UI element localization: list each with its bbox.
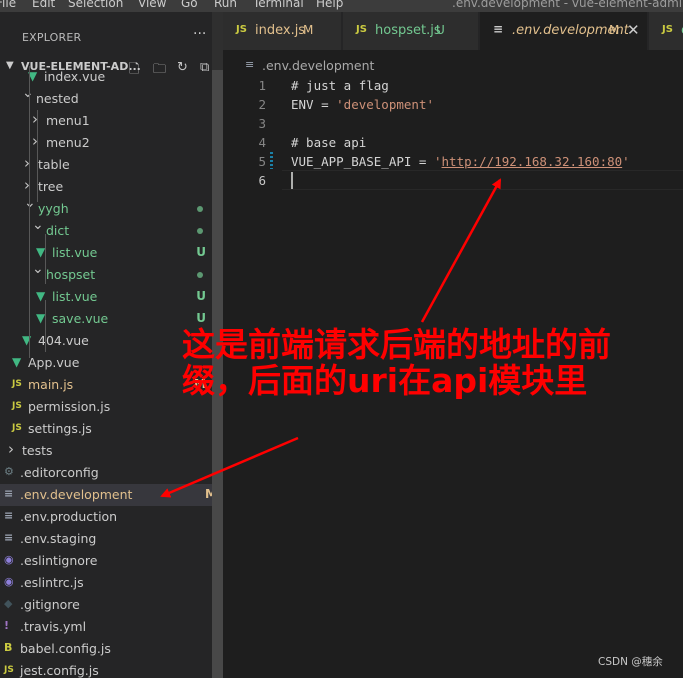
watermark: CSDN @穗余 [598, 656, 663, 668]
annotation-text: 这是前端请求后端的地址的前缀，后面的uri在api模块里 [182, 325, 611, 400]
arrow-to-base-api [420, 178, 502, 323]
arrow-to-env-file [160, 436, 299, 498]
